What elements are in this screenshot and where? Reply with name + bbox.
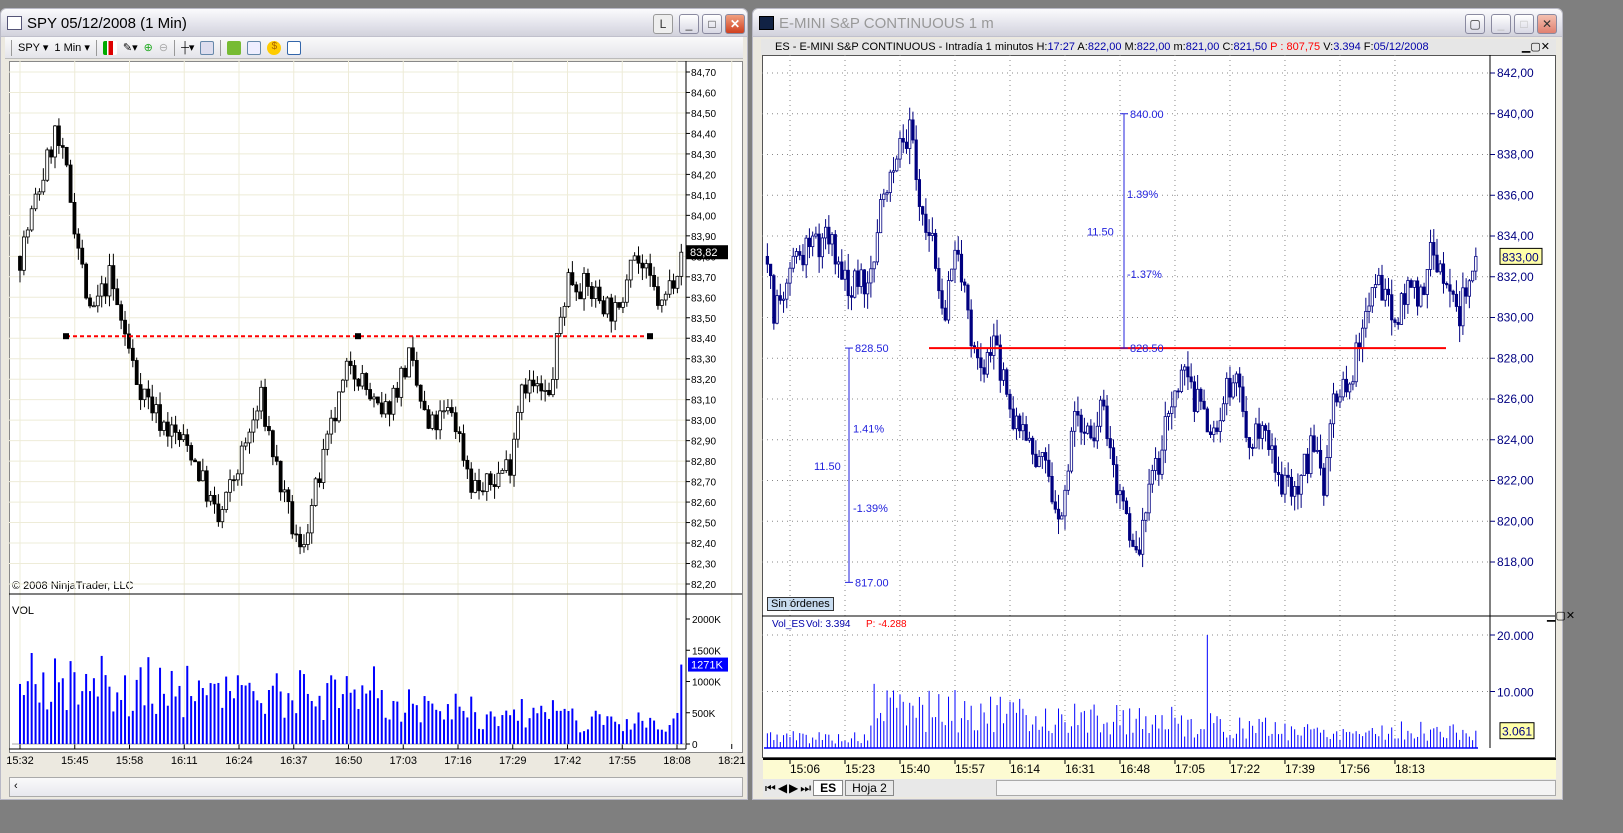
spy-chart-window: SPY 05/12/2008 (1 Min) L _ □ ✕ SPY ▾ 1 M… — [0, 8, 748, 800]
spy-price-panel[interactable] — [9, 61, 743, 753]
info-high: 822,00 — [1136, 41, 1171, 53]
instrument-dropdown[interactable]: SPY ▾ — [18, 41, 48, 54]
zoom-out-icon[interactable]: ⊖ — [159, 41, 168, 54]
es-info-bar: ES - E-MINI S&P CONTINUOUS - Intradía 1 … — [761, 39, 1556, 55]
close-button[interactable]: ✕ — [725, 14, 745, 34]
toolbar-separator — [220, 39, 222, 56]
prev-sheet-button[interactable]: ◀ — [778, 781, 787, 795]
vol-panel-controls[interactable]: ▁▢✕ — [1547, 609, 1575, 622]
info-label: V: — [1323, 41, 1334, 53]
maximize-button[interactable]: □ — [702, 14, 722, 34]
info-label: A: — [1077, 41, 1088, 53]
info-date: 05/12/2008 — [1373, 41, 1429, 53]
interval-dropdown[interactable]: 1 Min ▾ — [54, 41, 89, 54]
info-label: M: — [1124, 41, 1137, 53]
info-label: m: — [1173, 41, 1186, 53]
minimize-button[interactable]: _ — [679, 14, 699, 34]
toolbar-separator — [174, 39, 176, 56]
tab-es[interactable]: ES — [813, 780, 844, 796]
toolbar-grip — [11, 39, 12, 56]
info-low: 821,00 — [1185, 41, 1220, 53]
dollar-icon[interactable]: $ — [267, 40, 282, 55]
first-sheet-button[interactable]: ⏮ — [765, 781, 776, 796]
last-sheet-button[interactable]: ⏭ — [800, 781, 811, 796]
maximize-button[interactable]: □ — [1514, 14, 1534, 34]
info-symbol: ES - E-MINI S&P CONTINUOUS - Intradía 1 … — [775, 41, 1034, 53]
info-open: 822,00 — [1087, 41, 1122, 53]
info-prev: P : 807,75 — [1270, 41, 1321, 53]
candlestick-style-icon[interactable] — [102, 40, 117, 55]
es-time-axis — [763, 758, 1556, 779]
info-label: H: — [1036, 41, 1048, 53]
restore-button[interactable]: ▢ — [1465, 14, 1485, 34]
data-box-icon[interactable] — [200, 40, 215, 55]
info-label: F: — [1363, 41, 1374, 53]
scroll-left-arrow[interactable]: ‹ — [14, 780, 18, 792]
window-title: E-MINI S&P CONTINUOUS 1 m — [779, 15, 994, 32]
tab-hoja-2[interactable]: Hoja 2 — [845, 780, 894, 796]
close-button[interactable]: ✕ — [1537, 14, 1557, 34]
toolbar-separator — [95, 39, 97, 56]
link-button[interactable]: L — [653, 14, 673, 34]
title-bar[interactable]: E-MINI S&P CONTINUOUS 1 m ▢ _ □ ✕ — [753, 9, 1562, 37]
horizontal-scrollbar[interactable] — [996, 780, 1556, 796]
minimize-button[interactable]: _ — [1491, 14, 1511, 34]
next-sheet-button[interactable]: ▶ — [789, 781, 798, 795]
es-chart-window: E-MINI S&P CONTINUOUS 1 m ▢ _ □ ✕ ES - E… — [752, 8, 1575, 800]
info-time: 17:27 — [1047, 41, 1075, 53]
pencil-draw-icon[interactable]: ✎▾ — [123, 41, 138, 54]
horizontal-scrollbar[interactable]: ‹ — [9, 777, 743, 797]
es-price-panel[interactable] — [762, 55, 1556, 758]
panel-window-controls[interactable]: ▁▢✕ — [1522, 39, 1550, 55]
zoom-in-icon[interactable]: ⊕ — [144, 41, 153, 54]
info-volume: 3.394 — [1333, 41, 1361, 53]
strategy-icon[interactable] — [227, 40, 242, 55]
properties-icon[interactable] — [287, 40, 302, 55]
info-label: C: — [1222, 41, 1234, 53]
chart-app-icon — [7, 16, 22, 30]
chart-toolbar: SPY ▾ 1 Min ▾ ✎▾ ⊕ ⊖ ┼▾ $ — [5, 37, 743, 59]
window-title: SPY 05/12/2008 (1 Min) — [27, 15, 187, 32]
chart-app-icon — [759, 16, 774, 30]
orders-status: Sin órdenes — [767, 597, 834, 611]
title-bar[interactable]: SPY 05/12/2008 (1 Min) L _ □ ✕ — [1, 9, 747, 37]
info-close: 821,50 — [1233, 41, 1268, 53]
crosshair-icon[interactable]: ┼▾ — [181, 41, 194, 54]
sheet-tabs-bar: ⏮ ◀ ▶ ⏭ ES Hoja 2 — [763, 779, 1556, 797]
indicator-icon[interactable] — [247, 40, 262, 55]
